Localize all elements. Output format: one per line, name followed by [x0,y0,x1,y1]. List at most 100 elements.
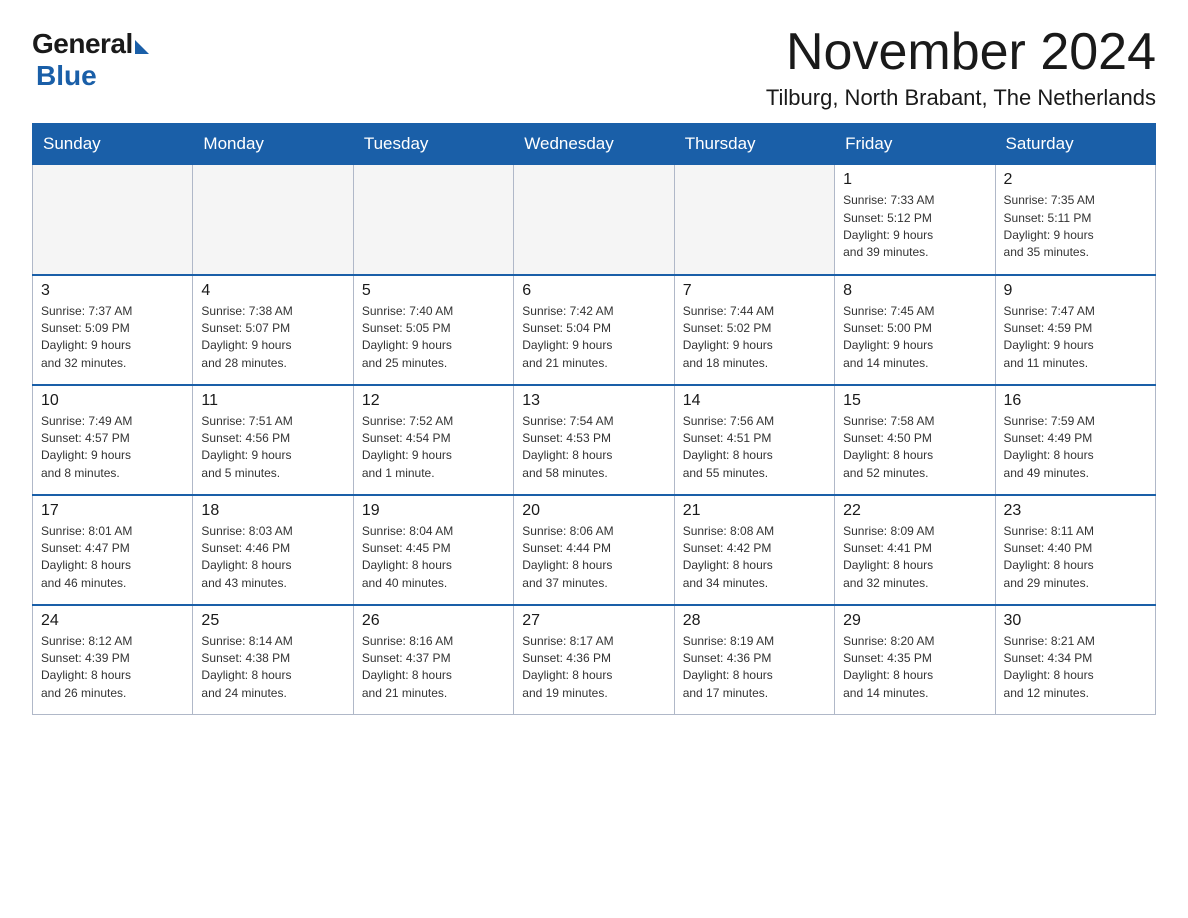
location-title: Tilburg, North Brabant, The Netherlands [766,85,1156,111]
day-number: 9 [1004,282,1147,300]
calendar-day-cell: 11 Sunrise: 7:51 AM Sunset: 4:56 PM Dayli… [193,385,353,495]
calendar-week-row: 3Sunrise: 7:37 AM Sunset: 5:09 PM Daylig… [33,275,1156,385]
day-info: Sunrise: 7:52 AM Sunset: 4:54 PM Dayligh… [362,413,505,483]
logo-arrow-icon [135,40,149,54]
day-info: Sunrise: 8:06 AM Sunset: 4:44 PM Dayligh… [522,523,665,593]
calendar-day-cell [674,165,834,275]
day-number: 25 [201,612,344,630]
day-info: Sunrise: 8:14 AM Sunset: 4:38 PM Dayligh… [201,633,344,703]
day-info: Sunrise: 8:03 AM Sunset: 4:46 PM Dayligh… [201,523,344,593]
day-number: 30 [1004,612,1147,630]
calendar-day-cell: 16 Sunrise: 7:59 AM Sunset: 4:49 PM Dayli… [995,385,1155,495]
day-info: Sunrise: 7:59 AM Sunset: 4:49 PM Dayligh… [1004,413,1147,483]
page-header: General Blue November 2024 Tilburg, Nort… [32,24,1156,111]
day-info: Sunrise: 8:17 AM Sunset: 4:36 PM Dayligh… [522,633,665,703]
weekday-header: Monday [193,124,353,165]
calendar-day-cell: 2Sunrise: 7:35 AM Sunset: 5:11 PM Daylig… [995,165,1155,275]
day-number: 2 [1004,171,1147,189]
day-info: Sunrise: 8:08 AM Sunset: 4:42 PM Dayligh… [683,523,826,593]
logo-blue-text: Blue [36,60,97,92]
day-number: 27 [522,612,665,630]
calendar-day-cell: 29 Sunrise: 8:20 AM Sunset: 4:35 PM Dayli… [835,605,995,715]
day-number: 11 [201,392,344,410]
weekday-header: Sunday [33,124,193,165]
calendar-day-cell [33,165,193,275]
day-info: Sunrise: 8:21 AM Sunset: 4:34 PM Dayligh… [1004,633,1147,703]
weekday-header: Thursday [674,124,834,165]
calendar-day-cell: 17 Sunrise: 8:01 AM Sunset: 4:47 PM Dayli… [33,495,193,605]
calendar-day-cell: 9Sunrise: 7:47 AM Sunset: 4:59 PM Daylig… [995,275,1155,385]
month-title: November 2024 [766,24,1156,81]
day-info: Sunrise: 7:54 AM Sunset: 4:53 PM Dayligh… [522,413,665,483]
calendar-week-row: 10Sunrise: 7:49 AM Sunset: 4:57 PM Dayli… [33,385,1156,495]
calendar-day-cell [514,165,674,275]
calendar-day-cell: 27 Sunrise: 8:17 AM Sunset: 4:36 PM Dayli… [514,605,674,715]
weekday-header: Friday [835,124,995,165]
calendar-day-cell: 23Sunrise: 8:11 AM Sunset: 4:40 PM Dayli… [995,495,1155,605]
day-number: 5 [362,282,505,300]
calendar-day-cell: 21 Sunrise: 8:08 AM Sunset: 4:42 PM Dayli… [674,495,834,605]
day-number: 16 [1004,392,1147,410]
day-info: Sunrise: 7:51 AM Sunset: 4:56 PM Dayligh… [201,413,344,483]
calendar-table: SundayMondayTuesdayWednesdayThursdayFrid… [32,123,1156,715]
calendar-day-cell: 14 Sunrise: 7:56 AM Sunset: 4:51 PM Dayli… [674,385,834,495]
calendar-day-cell: 13 Sunrise: 7:54 AM Sunset: 4:53 PM Dayli… [514,385,674,495]
calendar-day-cell [353,165,513,275]
calendar-day-cell: 1Sunrise: 7:33 AM Sunset: 5:12 PM Daylig… [835,165,995,275]
day-info: Sunrise: 7:58 AM Sunset: 4:50 PM Dayligh… [843,413,986,483]
day-number: 28 [683,612,826,630]
calendar-day-cell: 12Sunrise: 7:52 AM Sunset: 4:54 PM Dayli… [353,385,513,495]
day-number: 17 [41,502,184,520]
calendar-day-cell: 20 Sunrise: 8:06 AM Sunset: 4:44 PM Dayli… [514,495,674,605]
day-number: 13 [522,392,665,410]
calendar-header-row: SundayMondayTuesdayWednesdayThursdayFrid… [33,124,1156,165]
calendar-day-cell [193,165,353,275]
day-number: 29 [843,612,986,630]
day-number: 7 [683,282,826,300]
day-info: Sunrise: 7:38 AM Sunset: 5:07 PM Dayligh… [201,303,344,373]
calendar-week-row: 24Sunrise: 8:12 AM Sunset: 4:39 PM Dayli… [33,605,1156,715]
calendar-day-cell: 25 Sunrise: 8:14 AM Sunset: 4:38 PM Dayli… [193,605,353,715]
day-number: 22 [843,502,986,520]
calendar-week-row: 1Sunrise: 7:33 AM Sunset: 5:12 PM Daylig… [33,165,1156,275]
day-number: 15 [843,392,986,410]
day-info: Sunrise: 8:20 AM Sunset: 4:35 PM Dayligh… [843,633,986,703]
day-number: 21 [683,502,826,520]
day-info: Sunrise: 7:56 AM Sunset: 4:51 PM Dayligh… [683,413,826,483]
calendar-day-cell: 10Sunrise: 7:49 AM Sunset: 4:57 PM Dayli… [33,385,193,495]
day-info: Sunrise: 8:19 AM Sunset: 4:36 PM Dayligh… [683,633,826,703]
day-info: Sunrise: 7:37 AM Sunset: 5:09 PM Dayligh… [41,303,184,373]
day-number: 19 [362,502,505,520]
calendar-day-cell: 7 Sunrise: 7:44 AM Sunset: 5:02 PM Daylig… [674,275,834,385]
calendar-day-cell: 19 Sunrise: 8:04 AM Sunset: 4:45 PM Dayli… [353,495,513,605]
day-info: Sunrise: 7:40 AM Sunset: 5:05 PM Dayligh… [362,303,505,373]
day-number: 20 [522,502,665,520]
calendar-day-cell: 5 Sunrise: 7:40 AM Sunset: 5:05 PM Daylig… [353,275,513,385]
logo-general-text: General [32,28,133,60]
day-info: Sunrise: 8:16 AM Sunset: 4:37 PM Dayligh… [362,633,505,703]
day-number: 26 [362,612,505,630]
day-number: 6 [522,282,665,300]
title-block: November 2024 Tilburg, North Brabant, Th… [766,24,1156,111]
calendar-day-cell: 28 Sunrise: 8:19 AM Sunset: 4:36 PM Dayli… [674,605,834,715]
weekday-header: Tuesday [353,124,513,165]
day-number: 24 [41,612,184,630]
day-info: Sunrise: 7:44 AM Sunset: 5:02 PM Dayligh… [683,303,826,373]
calendar-day-cell: 8Sunrise: 7:45 AM Sunset: 5:00 PM Daylig… [835,275,995,385]
day-number: 14 [683,392,826,410]
day-info: Sunrise: 7:33 AM Sunset: 5:12 PM Dayligh… [843,192,986,262]
logo: General Blue [32,24,149,92]
day-info: Sunrise: 7:42 AM Sunset: 5:04 PM Dayligh… [522,303,665,373]
calendar-week-row: 17 Sunrise: 8:01 AM Sunset: 4:47 PM Dayli… [33,495,1156,605]
day-info: Sunrise: 8:09 AM Sunset: 4:41 PM Dayligh… [843,523,986,593]
day-info: Sunrise: 7:45 AM Sunset: 5:00 PM Dayligh… [843,303,986,373]
calendar-day-cell: 30 Sunrise: 8:21 AM Sunset: 4:34 PM Dayli… [995,605,1155,715]
day-number: 4 [201,282,344,300]
calendar-day-cell: 26 Sunrise: 8:16 AM Sunset: 4:37 PM Dayli… [353,605,513,715]
calendar-day-cell: 18Sunrise: 8:03 AM Sunset: 4:46 PM Dayli… [193,495,353,605]
calendar-day-cell: 3Sunrise: 7:37 AM Sunset: 5:09 PM Daylig… [33,275,193,385]
day-info: Sunrise: 8:04 AM Sunset: 4:45 PM Dayligh… [362,523,505,593]
day-info: Sunrise: 8:11 AM Sunset: 4:40 PM Dayligh… [1004,523,1147,593]
day-info: Sunrise: 8:01 AM Sunset: 4:47 PM Dayligh… [41,523,184,593]
calendar-day-cell: 22 Sunrise: 8:09 AM Sunset: 4:41 PM Dayli… [835,495,995,605]
